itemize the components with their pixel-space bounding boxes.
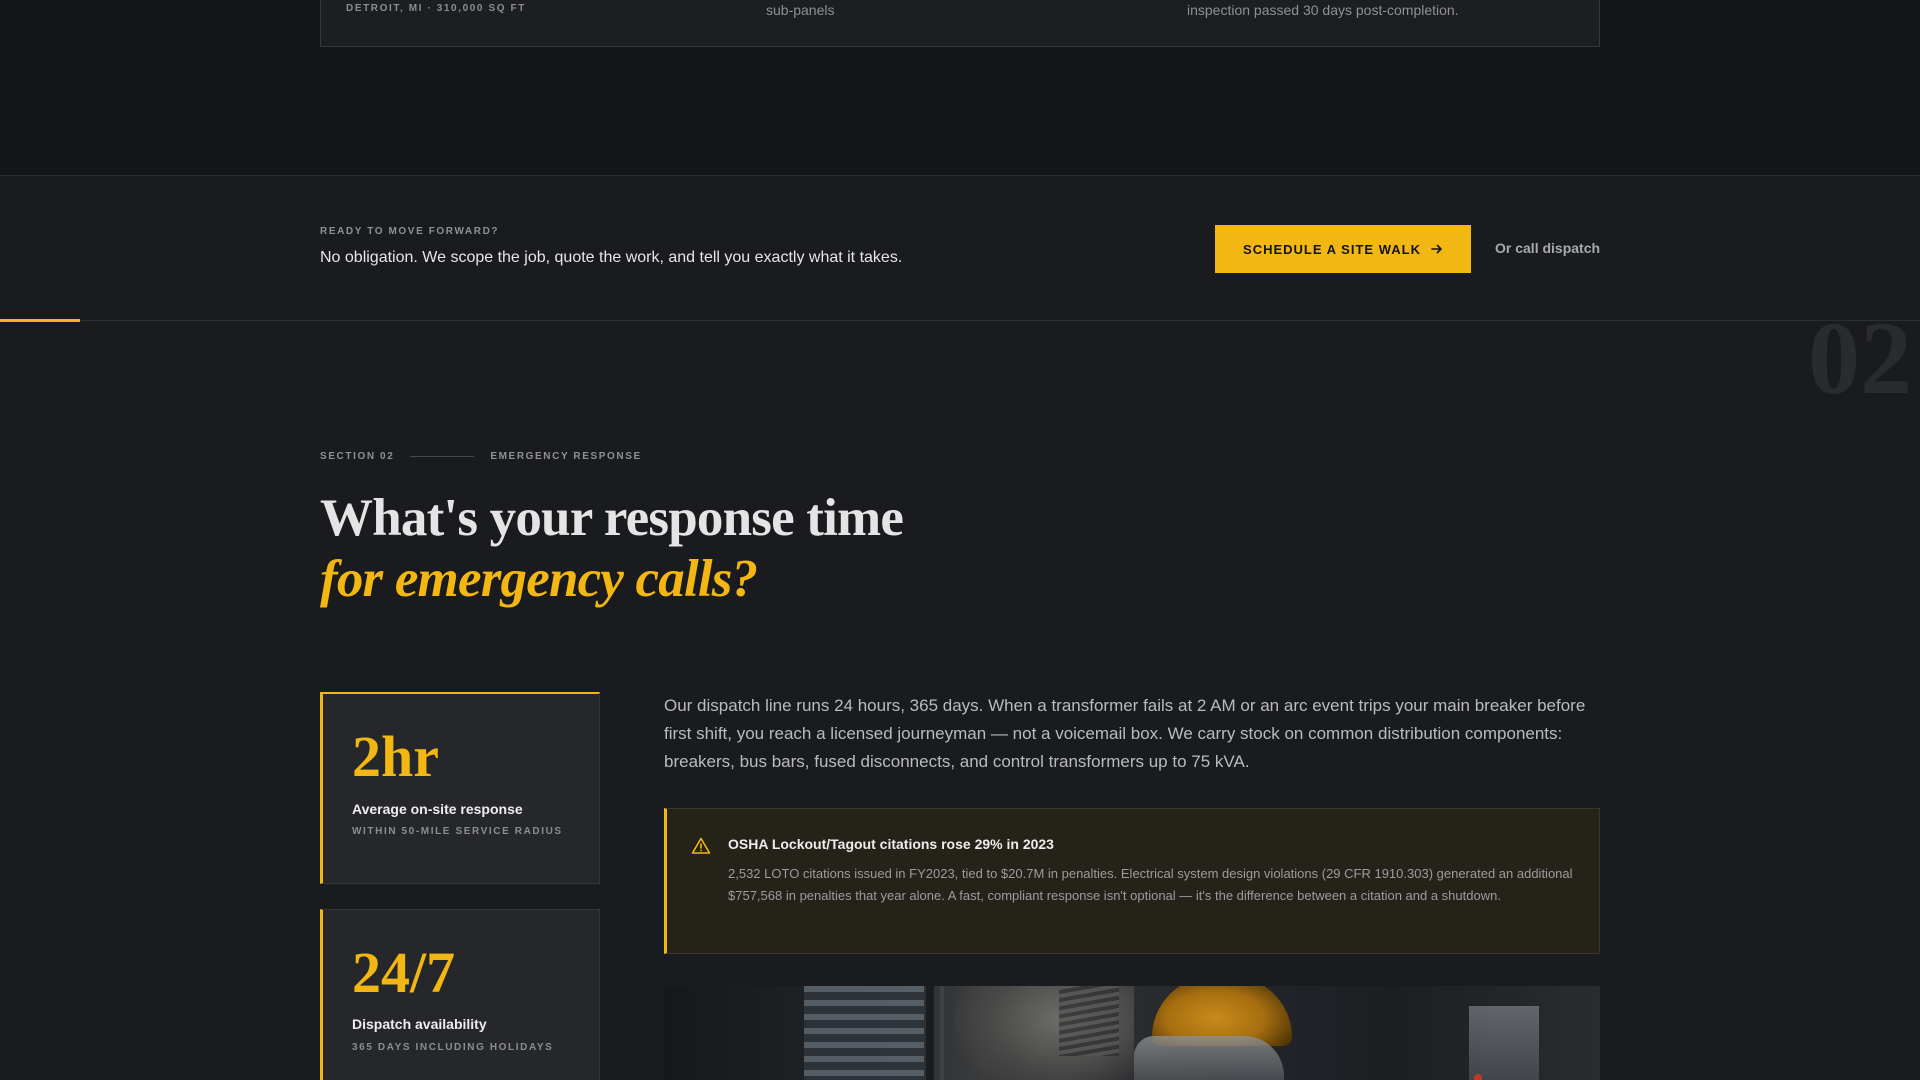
photo-cabinet-edge-highlight (940, 986, 944, 1080)
dispatch-description: Our dispatch line runs 24 hours, 365 day… (664, 696, 1586, 771)
project-detail-scope: sub-panels (766, 2, 835, 18)
photo-shelf (804, 986, 924, 1080)
arrow-right-icon (1431, 244, 1442, 254)
electrician-photo (664, 986, 1600, 1080)
stat-value: 24/7 (352, 940, 456, 1005)
cta-band: READY TO MOVE FORWARD? No obligation. We… (0, 175, 1920, 321)
stat-value: 2hr (352, 724, 439, 789)
project-detail-result: inspection passed 30 days post-completio… (1187, 2, 1459, 18)
cta-eyebrow: READY TO MOVE FORWARD? (320, 226, 500, 237)
schedule-site-walk-label: SCHEDULE A SITE WALK (1243, 241, 1421, 257)
call-dispatch-link[interactable]: Or call dispatch (1495, 240, 1600, 256)
osha-alert: OSHA Lockout/Tagout citations rose 29% i… (664, 808, 1600, 954)
photo-vent (1059, 986, 1119, 1056)
stat-sublabel: WITHIN 50-MILE SERVICE RADIUS (352, 826, 563, 837)
cta-text: No obligation. We scope the job, quote t… (320, 249, 903, 266)
warning-triangle-icon (691, 837, 711, 854)
section-topic: EMERGENCY RESPONSE (490, 451, 642, 462)
photo-panel (1469, 1006, 1539, 1080)
stat-label: Dispatch availability (352, 1016, 487, 1032)
headline-line-1: What's your response time (320, 489, 904, 547)
alert-title: OSHA Lockout/Tagout citations rose 29% i… (728, 836, 1054, 852)
section-headline: What's your response time for emergency … (320, 488, 1120, 610)
stat-label: Average on-site response (352, 801, 523, 817)
section-watermark: 02 (1808, 301, 1912, 416)
stat-sublabel: 365 DAYS INCLUDING HOLIDAYS (352, 1042, 554, 1053)
photo-visor (1134, 1036, 1284, 1080)
stat-card-availability: 24/7 Dispatch availability 365 DAYS INCL… (320, 909, 600, 1080)
project-card: DETROIT, MI · 310,000 SQ FT sub-panels i… (320, 0, 1600, 47)
scroll-progress-bar (0, 319, 80, 322)
section-eyebrow: SECTION 02 EMERGENCY RESPONSE (320, 451, 642, 462)
headline-line-2: for emergency calls? (320, 550, 758, 608)
stat-card-response: 2hr Average on-site response WITHIN 50-M… (320, 692, 600, 884)
project-location: DETROIT, MI · 310,000 SQ FT (346, 3, 526, 14)
project-band: DETROIT, MI · 310,000 SQ FT sub-panels i… (0, 0, 1920, 175)
photo-cabinet-edge (926, 986, 934, 1080)
alert-body: 2,532 LOTO citations issued in FY2023, t… (728, 866, 1573, 903)
schedule-site-walk-button[interactable]: SCHEDULE A SITE WALK (1215, 225, 1471, 273)
section-number: SECTION 02 (320, 451, 395, 462)
eyebrow-divider (410, 456, 475, 457)
photo-indicator-light (1474, 1074, 1482, 1080)
